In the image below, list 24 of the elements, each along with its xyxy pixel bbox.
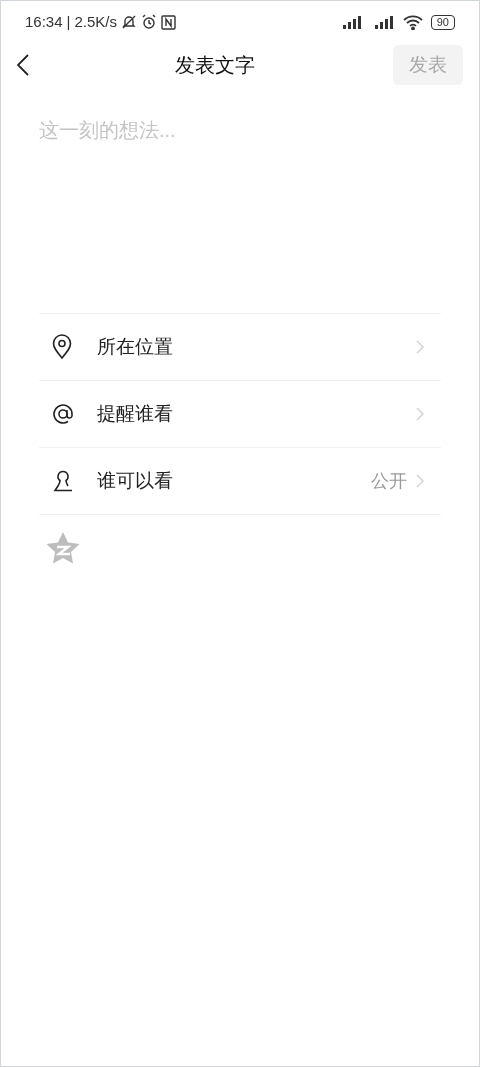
nfc-icon (161, 14, 176, 30)
star-icon[interactable] (45, 531, 81, 565)
person-icon (51, 469, 75, 493)
option-value: 公开 (371, 469, 407, 493)
option-label: 所在位置 (97, 334, 174, 359)
location-pin-icon (51, 334, 73, 360)
option-row[interactable]: 所在位置 (39, 314, 441, 381)
clock-time: 16:34 (25, 11, 63, 32)
page-title: 发表文字 (175, 53, 255, 78)
option-row[interactable]: 提醒谁看 (39, 381, 441, 448)
bell-muted-icon (121, 14, 137, 30)
chevron-right-icon (415, 406, 425, 422)
chevron-right-icon (415, 339, 425, 355)
separator: | (66, 11, 71, 32)
option-label: 谁可以看 (97, 468, 174, 493)
chevron-right-icon (415, 473, 425, 489)
alarm-clock-icon (141, 14, 157, 30)
option-row[interactable]: 谁可以看 公开 (39, 448, 441, 515)
option-label: 提醒谁看 (97, 401, 174, 426)
at-sign-icon (51, 402, 75, 426)
network-speed: 2.5K/s (74, 11, 117, 32)
text-input-field[interactable]: 这一刻的想法... (39, 115, 441, 145)
battery-level: 90 (430, 14, 455, 30)
wifi-icon (402, 14, 423, 30)
